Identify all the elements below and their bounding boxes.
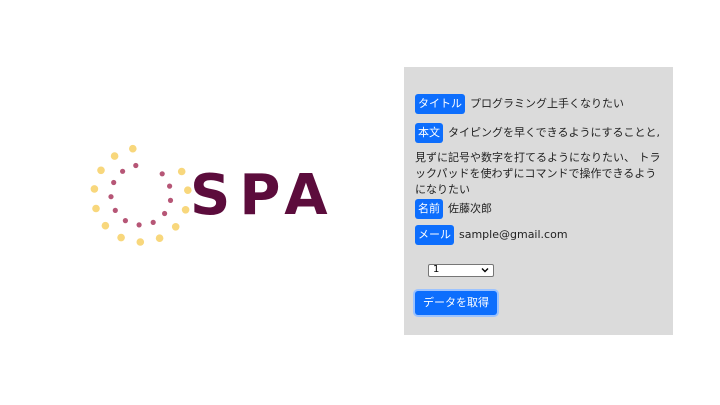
email-label: メール [415, 225, 454, 245]
logo-outer-dot [110, 152, 119, 160]
logo-outer-dot [92, 204, 100, 213]
logo-outer-dot [101, 221, 110, 230]
logo-outer-dot [181, 206, 190, 214]
name-label: 名前 [415, 199, 443, 219]
email-value: sample@gmail.com [459, 228, 568, 241]
logo-outer-dot [177, 167, 186, 176]
email-row: メール sample@gmail.com [415, 225, 663, 245]
logo-inner-dot [159, 171, 165, 177]
logo-inner-dot [108, 194, 114, 200]
logo-outer-dot [129, 144, 137, 153]
logo-inner-dot [112, 207, 118, 213]
logo-inner-dot [111, 179, 117, 186]
logo-outer-dot [90, 185, 99, 193]
logo-inner-dot [120, 168, 126, 174]
body-row: 本文 タイピングを早くできるようにすることと, [415, 123, 663, 143]
spa-logo: SPA [86, 140, 346, 252]
logo-outer-dot [97, 166, 105, 175]
logo-inner-dot [136, 222, 142, 228]
logo-outer-dot [136, 238, 145, 246]
select-wrap: 1 [428, 262, 663, 277]
chevron-down-icon [481, 268, 489, 273]
logo-outer-dot [117, 233, 125, 242]
fetch-data-button[interactable]: データを取得 [415, 290, 497, 315]
logo-dots-graphic [90, 144, 192, 246]
logo-outer-dot [155, 234, 164, 242]
logo-inner-dot [122, 218, 128, 224]
logo-inner-dot [162, 210, 168, 217]
title-row: タイトル プログラミング上手くなりたい [415, 94, 663, 114]
body-text: 見ずに記号や数字を打てるようになりたい、 トラックパッドを使わずにコマンドで操作… [415, 151, 661, 196]
name-value: 佐藤次郎 [448, 202, 492, 215]
body-label: 本文 [415, 123, 443, 143]
logo-inner-dot [133, 162, 139, 169]
data-panel: タイトル プログラミング上手くなりたい 本文 タイピングを早くできるようにするこ… [404, 67, 673, 335]
logo-inner-dot [167, 197, 174, 203]
select-value: 1 [433, 264, 440, 275]
logo-text: SPA [190, 163, 337, 228]
number-select[interactable]: 1 [428, 263, 494, 277]
logo-outer-dot [171, 223, 180, 231]
logo-inner-dot [167, 183, 173, 189]
name-row: 名前 佐藤次郎 [415, 199, 663, 219]
logo-inner-dot [150, 219, 156, 225]
title-label: タイトル [415, 94, 465, 114]
body-first-line: タイピングを早くできるようにすることと, [448, 126, 661, 139]
title-value: プログラミング上手くなりたい [470, 97, 624, 110]
